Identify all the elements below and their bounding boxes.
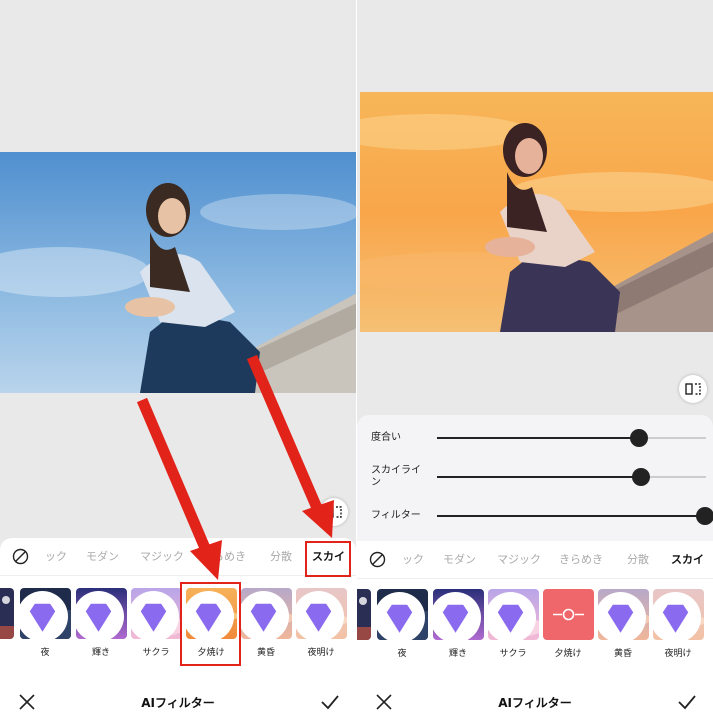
slider-fill [437,515,706,517]
confirm-check-icon[interactable] [677,693,697,711]
premium-gem-icon [488,592,536,640]
filter-label: 夕焼け [554,649,582,659]
filter-label: 夜明け [664,649,692,659]
slider-filter: フィルター [371,501,713,531]
sparkle-thumbnail[interactable] [433,589,484,640]
tab-sparkle[interactable]: きらめき [559,551,603,567]
no-filter-icon[interactable] [369,551,386,568]
annotation-arrows [136,354,334,580]
dawn-thumbnail[interactable] [653,589,704,640]
bottom-bar: AIフィルター [357,680,713,726]
partial-thumbnail[interactable] [357,589,371,640]
filter-label: 夜 [397,649,407,659]
slider-handle[interactable] [696,507,713,525]
slider-handle[interactable] [632,468,651,486]
dusk-thumbnail[interactable] [598,589,649,640]
slider-label: スカイライン [371,465,421,488]
left-editor-panel: ック モダン マジック きらめき 分散 スカイ 夜 輝き サクラ 夕焼け 黄昏 … [0,0,356,728]
photo-preview-filtered [360,92,713,332]
filter-label: 黄昏 [613,649,632,659]
category-tabs: ック モダン マジック きらめき 分散 スカイ [357,541,713,579]
filter-label: 輝き [448,649,467,659]
tab-magic[interactable]: マジック [497,551,541,567]
slider-track[interactable] [437,468,706,486]
sakura-thumbnail[interactable] [488,589,539,640]
tab-disperse[interactable]: 分散 [627,551,649,567]
slider-fill [437,476,642,478]
slider-intensity: 度合い [371,423,706,453]
sunset-thumbnail-selected[interactable] [543,589,594,640]
filter-thumbnails: 夜 輝き サクラ 夕焼け 黄昏 夜明け [357,589,713,661]
slider-fill [437,437,639,439]
screen-title: AIフィルター [498,696,572,710]
adjust-slider-icon [553,608,584,621]
tab-modern[interactable]: モダン [443,551,476,567]
adjustment-sliders: 度合い スカイライン フィルター [357,415,713,543]
slider-skyline: スカイライン [371,462,706,492]
premium-gem-icon [433,592,481,640]
slider-label: 度合い [371,432,401,443]
slider-handle[interactable] [629,429,648,447]
tab-classic[interactable]: ック [402,551,424,567]
tab-sky[interactable]: スカイ [671,551,704,567]
slider-track[interactable] [437,429,706,447]
filter-label: サクラ [499,649,527,659]
premium-gem-icon [653,592,701,640]
slider-track[interactable] [437,507,713,525]
filter-sheet: ック モダン マジック きらめき 分散 スカイ 夜 輝き サクラ 夕焼け 黄昏 … [357,541,713,728]
compare-icon[interactable] [679,375,707,403]
night-thumbnail[interactable] [377,589,428,640]
premium-gem-icon [377,592,425,640]
slider-label: フィルター [371,510,421,521]
premium-gem-icon [598,592,646,640]
right-editor-panel: 度合い スカイライン フィルター ック モダン マジック きらめき 分散 スカイ… [357,0,713,728]
